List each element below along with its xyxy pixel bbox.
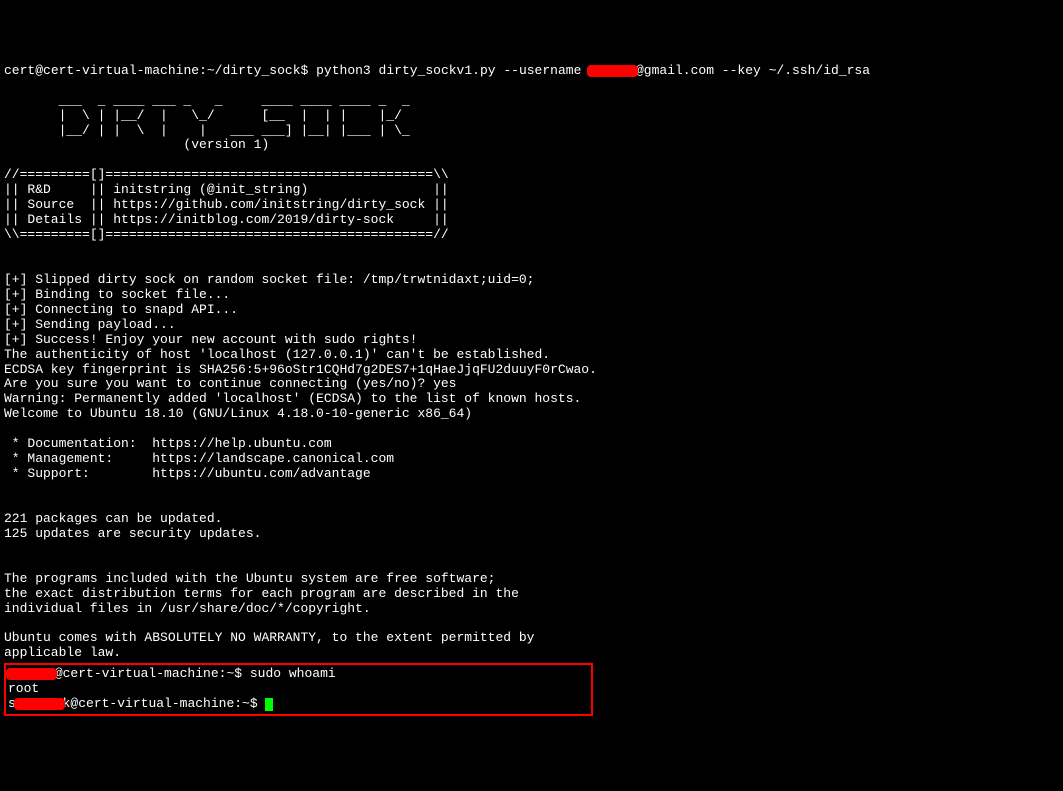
status-line: [+] Binding to socket file... [4, 287, 230, 302]
prompt-path: ~/dirty_sock [207, 63, 301, 78]
prompt-host: cert-virtual-machine [43, 63, 199, 78]
info-table-row: || Details || https://initblog.com/2019/… [4, 212, 449, 227]
ssh-warning: Warning: Permanently added 'localhost' (… [4, 391, 581, 406]
ascii-art-line: ___ _ ____ ___ _ _ ____ ____ ____ _ _ [4, 93, 417, 108]
info-table-border: \\=========[]===========================… [4, 227, 449, 242]
prompt-user: cert [4, 63, 35, 78]
status-line: [+] Slipped dirty sock on random socket … [4, 272, 535, 287]
redacted-username: xxxxxx [589, 63, 636, 78]
ascii-art-version: (version 1) [4, 137, 269, 152]
motd-welcome: Welcome to Ubuntu 18.10 (GNU/Linux 4.18.… [4, 406, 472, 421]
redacted-username: xxxxxx [16, 696, 63, 711]
legal-line: individual files in /usr/share/doc/*/cop… [4, 601, 371, 616]
command-text: python3 dirty_sockv1.py --username [316, 63, 589, 78]
package-update-line: 221 packages can be updated. [4, 511, 222, 526]
info-table-border: //=========[]===========================… [4, 167, 449, 182]
info-table-row: || R&D || initstring (@init_string) || [4, 182, 449, 197]
package-update-line: 125 updates are security updates. [4, 526, 261, 541]
info-table-row: || Source || https://github.com/initstri… [4, 197, 449, 212]
warranty-line: applicable law. [4, 645, 121, 660]
ssh-confirm: Are you sure you want to continue connec… [4, 376, 456, 391]
cursor-icon [265, 698, 273, 711]
terminal-output[interactable]: cert@cert-virtual-machine:~/dirty_sock$ … [4, 64, 1059, 716]
shell-command: sudo whoami [250, 666, 336, 681]
motd-link: * Support: https://ubuntu.com/advantage [4, 466, 371, 481]
legal-line: The programs included with the Ubuntu sy… [4, 571, 495, 586]
warranty-line: Ubuntu comes with ABSOLUTELY NO WARRANTY… [4, 630, 535, 645]
ascii-art-line: | \ | |__/ | \_/ [__ | | | |_/ [4, 108, 417, 123]
shell-output-root: root [8, 681, 39, 696]
shell-prompt: k@cert-virtual-machine:~$ [63, 696, 258, 711]
status-line: [+] Sending payload... [4, 317, 176, 332]
status-line: [+] Success! Enjoy your new account with… [4, 332, 417, 347]
motd-link: * Management: https://landscape.canonica… [4, 451, 394, 466]
shell-prompt: @cert-virtual-machine:~$ [55, 666, 242, 681]
ascii-art-line: |__/ | | \ | | ___ ___] |__| |___ | \_ [4, 123, 417, 138]
motd-link: * Documentation: https://help.ubuntu.com [4, 436, 332, 451]
redacted-username: xxxxxx [8, 666, 55, 681]
ssh-fingerprint: ECDSA key fingerprint is SHA256:5+96oStr… [4, 362, 597, 377]
highlight-box: xxxxxx@cert-virtual-machine:~$ sudo whoa… [4, 663, 593, 716]
status-line: [+] Connecting to snapd API... [4, 302, 238, 317]
legal-line: the exact distribution terms for each pr… [4, 586, 519, 601]
ssh-auth-line: The authenticity of host 'localhost (127… [4, 347, 550, 362]
